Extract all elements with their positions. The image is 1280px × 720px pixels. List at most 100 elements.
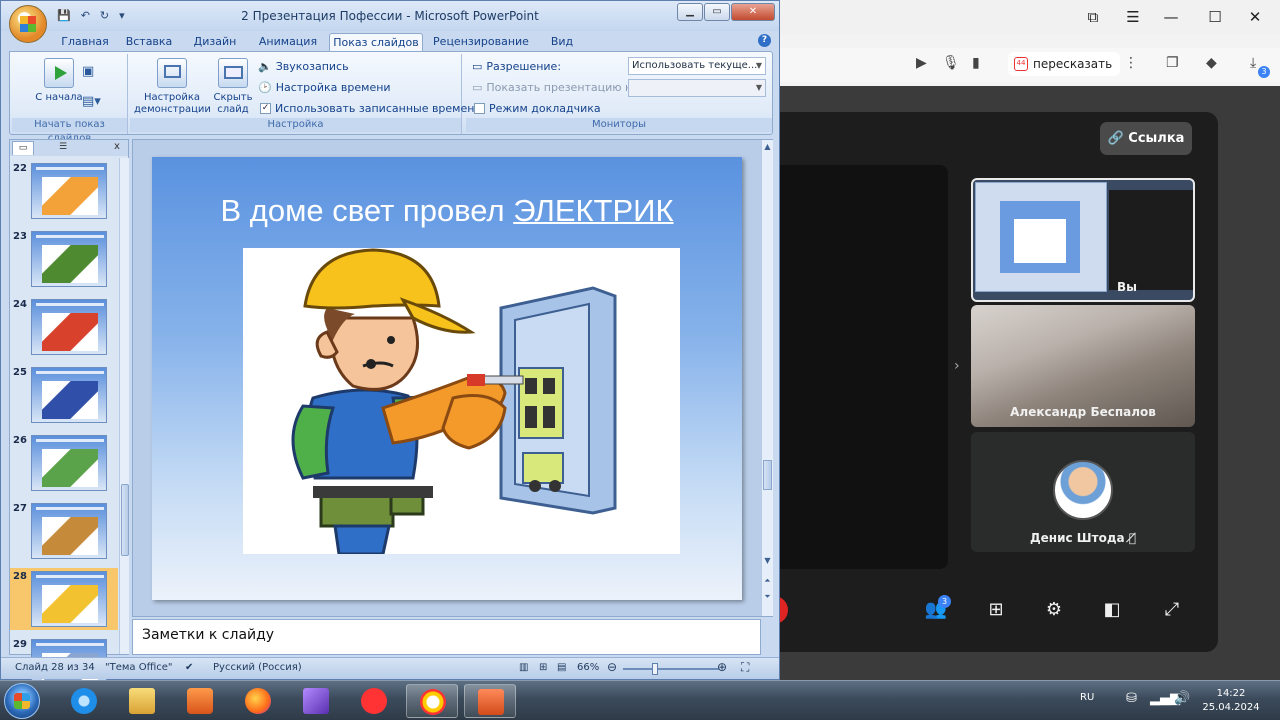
slide-thumbnail[interactable]: 23 [10, 228, 118, 290]
spellcheck-icon[interactable]: ✔ [185, 662, 193, 673]
layout-icon[interactable]: ◧ [1100, 598, 1124, 622]
thumbnail-scroll-thumb[interactable] [121, 484, 129, 556]
slide-thumbnail[interactable]: 22 [10, 160, 118, 222]
minimize-button[interactable]: ▁ [677, 3, 703, 21]
tab-animation[interactable]: Анимация [251, 33, 325, 52]
zoom-in-icon[interactable]: ⊕ [717, 660, 727, 674]
participant-tile-aleksandr[interactable]: Александр Беспалов [971, 305, 1195, 427]
editor-scrollbar[interactable]: ▲ ▼ ⏶ ⏷ [761, 140, 773, 616]
close-panel-icon[interactable]: x [114, 141, 120, 152]
media-taskbar-button[interactable] [174, 684, 226, 718]
tab-view[interactable]: Вид [541, 33, 583, 52]
zoom-slider[interactable] [623, 663, 719, 675]
zoom-out-icon[interactable]: ⊖ [607, 660, 617, 674]
tab-slide-show[interactable]: Показ слайдов [329, 33, 423, 52]
from-current-icon[interactable]: ▣ [82, 64, 94, 79]
retell-button[interactable]: 44 пересказать [1008, 52, 1121, 76]
presenter-view-checkbox[interactable]: Режим докладчика [474, 102, 601, 115]
next-slide-icon[interactable]: ⏷ [762, 592, 773, 602]
show-on-select[interactable]: ▼ [628, 79, 766, 97]
rehearse-timings-button[interactable]: 🕑 Настройка времени [258, 81, 391, 94]
collections-icon[interactable]: ❐ [1166, 55, 1179, 71]
start-button[interactable] [4, 683, 40, 719]
slide-title[interactable]: В доме свет провел ЭЛЕКТРИК [152, 193, 742, 229]
save-icon[interactable]: 💾 [57, 9, 71, 22]
extension-icon[interactable]: ◆ [1206, 55, 1217, 71]
clock[interactable]: 14:22 25.04.2024 [1196, 687, 1266, 715]
hide-slide-button[interactable]: Скрыть слайд [210, 58, 256, 116]
browser-maximize-icon[interactable]: ☐ [1204, 6, 1226, 28]
powerpoint-taskbar-button[interactable] [464, 684, 516, 718]
slides-tab-icon[interactable]: ▭ [12, 141, 34, 155]
input-language[interactable]: RU [1080, 692, 1094, 703]
vs-taskbar-button[interactable] [290, 684, 342, 718]
firefox-taskbar-button[interactable] [232, 684, 284, 718]
help-icon[interactable]: ? [758, 34, 771, 47]
fullscreen-icon[interactable]: ⤢ [1160, 598, 1184, 622]
close-button[interactable]: ✕ [731, 3, 775, 21]
link-button[interactable]: 🔗 Ссылка [1100, 122, 1192, 155]
retell-label: пересказать [1033, 57, 1113, 71]
notes-pane[interactable]: Заметки к слайду [132, 619, 761, 655]
ie-taskbar-button[interactable] [58, 684, 110, 718]
camera-icon[interactable]: ▶ [916, 55, 927, 71]
language-label[interactable]: Русский (Россия) [213, 662, 302, 673]
tab-review[interactable]: Рецензирование [429, 33, 533, 52]
slide-sorter-icon[interactable]: ⊞ [539, 662, 547, 673]
slide-thumbnail-caption [36, 439, 104, 442]
zoom-slider-thumb[interactable] [652, 663, 658, 675]
record-narration-button[interactable]: 🔈 Звукозапись [258, 60, 349, 73]
grid-view-icon[interactable]: ⊞ [984, 598, 1008, 622]
resolution-select[interactable]: Использовать текуще... ▼ [628, 57, 766, 75]
scroll-down-icon[interactable]: ▼ [762, 556, 773, 565]
usb-icon[interactable]: ⛁ [1126, 691, 1137, 706]
scroll-up-icon[interactable]: ▲ [762, 142, 773, 151]
from-start-button[interactable]: С начала [34, 58, 84, 104]
slide-title-link[interactable]: ЭЛЕКТРИК [513, 193, 673, 228]
current-slide[interactable]: В доме свет провел ЭЛЕКТРИК [152, 157, 742, 600]
undo-icon[interactable]: ↶ [81, 9, 90, 22]
outline-tab-icon[interactable]: ☰ [52, 141, 74, 155]
editor-scroll-thumb[interactable] [763, 460, 772, 490]
thumbnail-scrollbar[interactable] [119, 158, 129, 654]
fit-to-window-icon[interactable]: ⛶ [741, 660, 749, 675]
prev-slide-icon[interactable]: ⏶ [762, 576, 773, 586]
chevron-right-icon[interactable]: › [954, 358, 960, 374]
yandex-taskbar-button[interactable] [348, 684, 400, 718]
explorer-taskbar-button[interactable] [116, 684, 168, 718]
mic-icon[interactable]: 🎙 [942, 55, 960, 71]
tab-insert[interactable]: Вставка [119, 33, 179, 52]
settings-gear-icon[interactable]: ⚙ [1042, 598, 1066, 622]
maximize-button[interactable]: ▭ [704, 3, 730, 21]
theme-name[interactable]: "Тема Office" [105, 662, 173, 673]
tab-home[interactable]: Главная [55, 33, 115, 52]
more-icon[interactable]: ⋮ [1124, 55, 1138, 71]
participant-tile-you[interactable]: Вы [971, 178, 1195, 302]
redo-icon[interactable]: ↻ [100, 9, 109, 22]
use-timings-checkbox[interactable]: ✓ Использовать записанные времена [260, 102, 481, 115]
slide-thumbnail[interactable]: 28 [10, 568, 118, 630]
notes-placeholder: Заметки к слайду [142, 627, 275, 643]
browser-tab-icon[interactable]: ⧉ [1082, 6, 1104, 28]
browser-minimize-icon[interactable]: — [1160, 6, 1182, 28]
slide-thumbnail[interactable]: 27 [10, 500, 118, 562]
slide-thumbnail[interactable]: 25 [10, 364, 118, 426]
setup-show-button[interactable]: Настройка демонстрации [134, 58, 211, 116]
participant-tile-denis[interactable]: Денис Штода 🎙̸ [971, 432, 1195, 552]
bookmark-icon[interactable]: ▮ [972, 55, 980, 71]
tab-design[interactable]: Дизайн [183, 33, 247, 52]
zoom-level[interactable]: 66% [577, 662, 599, 673]
normal-view-icon[interactable]: ▥ [519, 662, 528, 673]
show-on-label-row: ▭ Показать презентацию на: [472, 81, 643, 94]
slide-thumbnail[interactable]: 26 [10, 432, 118, 494]
downloads-icon[interactable]: ⤓ [1250, 55, 1256, 71]
qat-customize-icon[interactable]: ▾ [119, 9, 125, 22]
slide-thumbnail[interactable]: 24 [10, 296, 118, 358]
volume-icon[interactable]: 🔊 [1174, 691, 1190, 706]
electrician-image[interactable] [243, 248, 680, 556]
browser-close-icon[interactable]: ✕ [1244, 6, 1266, 28]
reading-view-icon[interactable]: ▤ [557, 662, 566, 673]
custom-show-icon[interactable]: ▤▾ [82, 94, 101, 109]
yandex-browser-taskbar-button[interactable] [406, 684, 458, 718]
browser-menu-icon[interactable]: ☰ [1122, 6, 1144, 28]
